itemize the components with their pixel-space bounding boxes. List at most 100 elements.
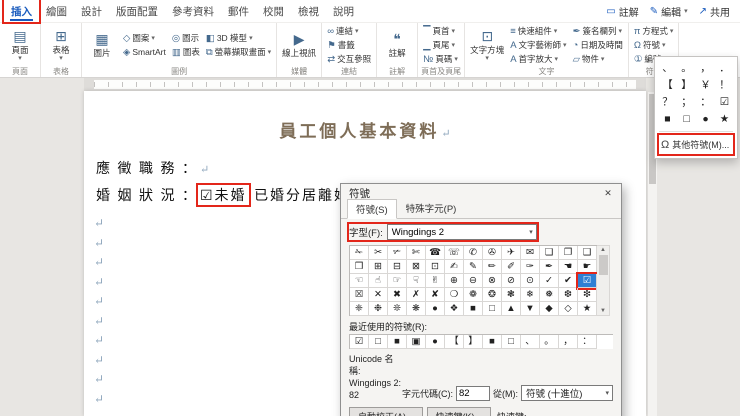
symbol-cell[interactable]: ✖ [388,288,407,302]
symbol-cell[interactable]: ☒ [350,288,369,302]
ribbon-button-文字方塊[interactable]: ⊡ 文字方塊 ▾ [468,24,506,66]
symbol-cell[interactable]: ⊕ [445,274,464,288]
symbol-cell[interactable]: ⊘ [502,274,521,288]
symbol-cell[interactable]: ❑ [578,246,597,260]
symbol-cell[interactable]: ☚ [559,260,578,274]
ribbon-button-日期及時間[interactable]: ◔ 日期及時間 [571,39,625,52]
symbol-cell[interactable]: ■ [464,302,483,316]
symbol-cell[interactable]: ❖ [445,302,464,316]
symbol-cell[interactable]: ❈ [350,302,369,316]
symbol-cell[interactable]: ❒ [350,260,369,274]
font-select[interactable]: Wingdings 2 ▾ [386,224,537,240]
symbol-cell[interactable]: ⊙ [521,274,540,288]
ribbon-button-螢幕擷取畫面[interactable]: ⧉ 螢幕擷取畫面 ▾ [204,46,273,59]
recent-symbol-cell[interactable]: ☑ [350,335,369,349]
recent-symbol-cell[interactable]: ， [559,335,578,349]
ribbon-button-圖示[interactable]: ◎ 圖示 [170,32,202,45]
symbol-cell[interactable]: ❋ [407,302,426,316]
recent-symbol-cell[interactable]: 、 [521,335,540,349]
symbol-cell[interactable]: ▲ [502,302,521,316]
symbol-cell[interactable]: ✏ [483,260,502,274]
symbol-cell[interactable]: ✂ [369,246,388,260]
symbol-cell[interactable]: ❃ [502,288,521,302]
symbol-cell[interactable]: ✓ [540,274,559,288]
ribbon-button-圖表[interactable]: ▥ 圖表 [170,46,202,59]
symbol-cell[interactable]: ❏ [540,246,559,260]
ribbon-tab-說明[interactable]: 說明 [326,0,361,22]
ribbon-button-方程式[interactable]: π 方程式 ▾ [632,25,676,38]
symbol-cell[interactable]: ✘ [426,288,445,302]
symbol-cell[interactable]: ❆ [559,288,578,302]
symbol-cell[interactable]: ⊟ [388,260,407,274]
symbol-cell[interactable]: □ [483,302,502,316]
symbol-cell[interactable]: ✉ [521,246,540,260]
symbol-cell[interactable]: ⊗ [483,274,502,288]
symbol-cell[interactable]: ☝ [369,274,388,288]
symbol-cell[interactable]: ◇ [559,302,578,316]
ribbon-button-頁碼[interactable]: № 頁碼 ▾ [421,53,460,66]
symbol-cell[interactable]: ● [426,302,445,316]
symbol-cell[interactable]: ✑ [521,260,540,274]
ribbon-button-書籤[interactable]: ⚑ 書籤 [325,39,373,52]
popup-symbol-cell[interactable]: ？ [658,94,677,111]
popup-symbol-cell[interactable]: ， [696,60,715,77]
ribbon-button-3D 模型[interactable]: ◧ 3D 模型 ▾ [204,32,273,45]
symbol-cell[interactable]: ☜ [350,274,369,288]
symbol-cell[interactable]: ✈ [502,246,521,260]
symbol-cell[interactable]: ☛ [578,260,597,274]
ribbon-button-文字藝術師[interactable]: A 文字藝術師 ▾ [508,39,568,52]
grid-scrollbar[interactable]: ▲ ▼ [597,245,610,316]
symbol-cell[interactable]: ▼ [521,302,540,316]
recent-symbol-cell[interactable]: □ [502,335,521,349]
ribbon-button-線上視訊[interactable]: ▶ 線上視訊 [280,24,318,66]
recent-symbol-cell[interactable]: ： [578,335,597,349]
symbol-cell[interactable]: ✒ [540,260,559,274]
symbol-cell[interactable]: ✃ [388,246,407,260]
symbol-cell[interactable]: ⊡ [426,260,445,274]
symbol-cell[interactable]: ☞ [388,274,407,288]
ribbon-tab-郵件[interactable]: 郵件 [221,0,256,22]
popup-symbol-cell[interactable]: ● [696,111,715,128]
symbol-cell[interactable]: ✇ [483,246,502,260]
ribbon-tab-版面配置[interactable]: 版面配置 [109,0,165,22]
titlebar-action-comments[interactable]: ▭ 註解 [606,4,638,19]
recent-symbol-cell[interactable]: 【 [445,335,464,349]
symbol-cell[interactable]: ❇ [578,288,597,302]
symbol-cell[interactable]: ✌ [426,274,445,288]
popup-symbol-cell[interactable]: ☑ [715,94,734,111]
symbol-cell[interactable]: ❁ [464,288,483,302]
popup-symbol-cell[interactable]: ■ [658,111,677,128]
ribbon-button-符號[interactable]: Ω 符號 ▾ [632,39,676,52]
horizontal-ruler[interactable] [84,78,646,91]
ribbon-tab-繪圖[interactable]: 繪圖 [39,0,74,22]
tab-symbols[interactable]: 符號(S) [347,199,397,219]
close-icon[interactable]: ✕ [595,184,621,202]
symbol-cell[interactable]: ✄ [407,246,426,260]
ribbon-button-簽名欄列[interactable]: ✒ 簽名欄列 ▾ [571,25,625,38]
symbol-cell[interactable]: ❊ [388,302,407,316]
ribbon-tab-檢視[interactable]: 檢視 [291,0,326,22]
more-symbols-menu-item[interactable]: Ω 其他符號(M)... [657,133,735,156]
selected-symbol-cell[interactable]: ☑ [576,272,599,290]
recent-symbol-cell[interactable]: ■ [483,335,502,349]
titlebar-action-share[interactable]: ↗ 共用 [699,4,730,19]
symbol-cell[interactable]: ❄ [521,288,540,302]
popup-symbol-cell[interactable]: 、 [658,60,677,77]
popup-symbol-cell[interactable]: ： [696,94,715,111]
symbol-cell[interactable]: ☏ [445,246,464,260]
symbol-cell[interactable]: ⊠ [407,260,426,274]
symbol-cell[interactable]: ✐ [502,260,521,274]
scroll-down-icon[interactable]: ▼ [600,308,606,314]
ribbon-button-物件[interactable]: ▱ 物件 ▾ [571,53,625,66]
symbol-cell[interactable]: ❂ [483,288,502,302]
symbol-cell[interactable]: ★ [578,302,597,316]
ribbon-button-圖案[interactable]: ◇ 圖案 ▾ [121,32,168,45]
ribbon-tab-設計[interactable]: 設計 [74,0,109,22]
ribbon-button-SmartArt[interactable]: ◈ SmartArt [121,46,168,59]
recent-symbol-cell[interactable]: 】 [464,335,483,349]
ribbon-button-頁面[interactable]: ▤ 頁面 ▾ [3,24,37,66]
ribbon-button-表格[interactable]: ⊞ 表格 ▾ [44,24,78,66]
ribbon-button-頁尾[interactable]: ▁ 頁尾 ▾ [421,39,460,52]
ribbon-tab-校閱[interactable]: 校閱 [256,0,291,22]
ribbon-button-頁首[interactable]: ▔ 頁首 ▾ [421,25,460,38]
